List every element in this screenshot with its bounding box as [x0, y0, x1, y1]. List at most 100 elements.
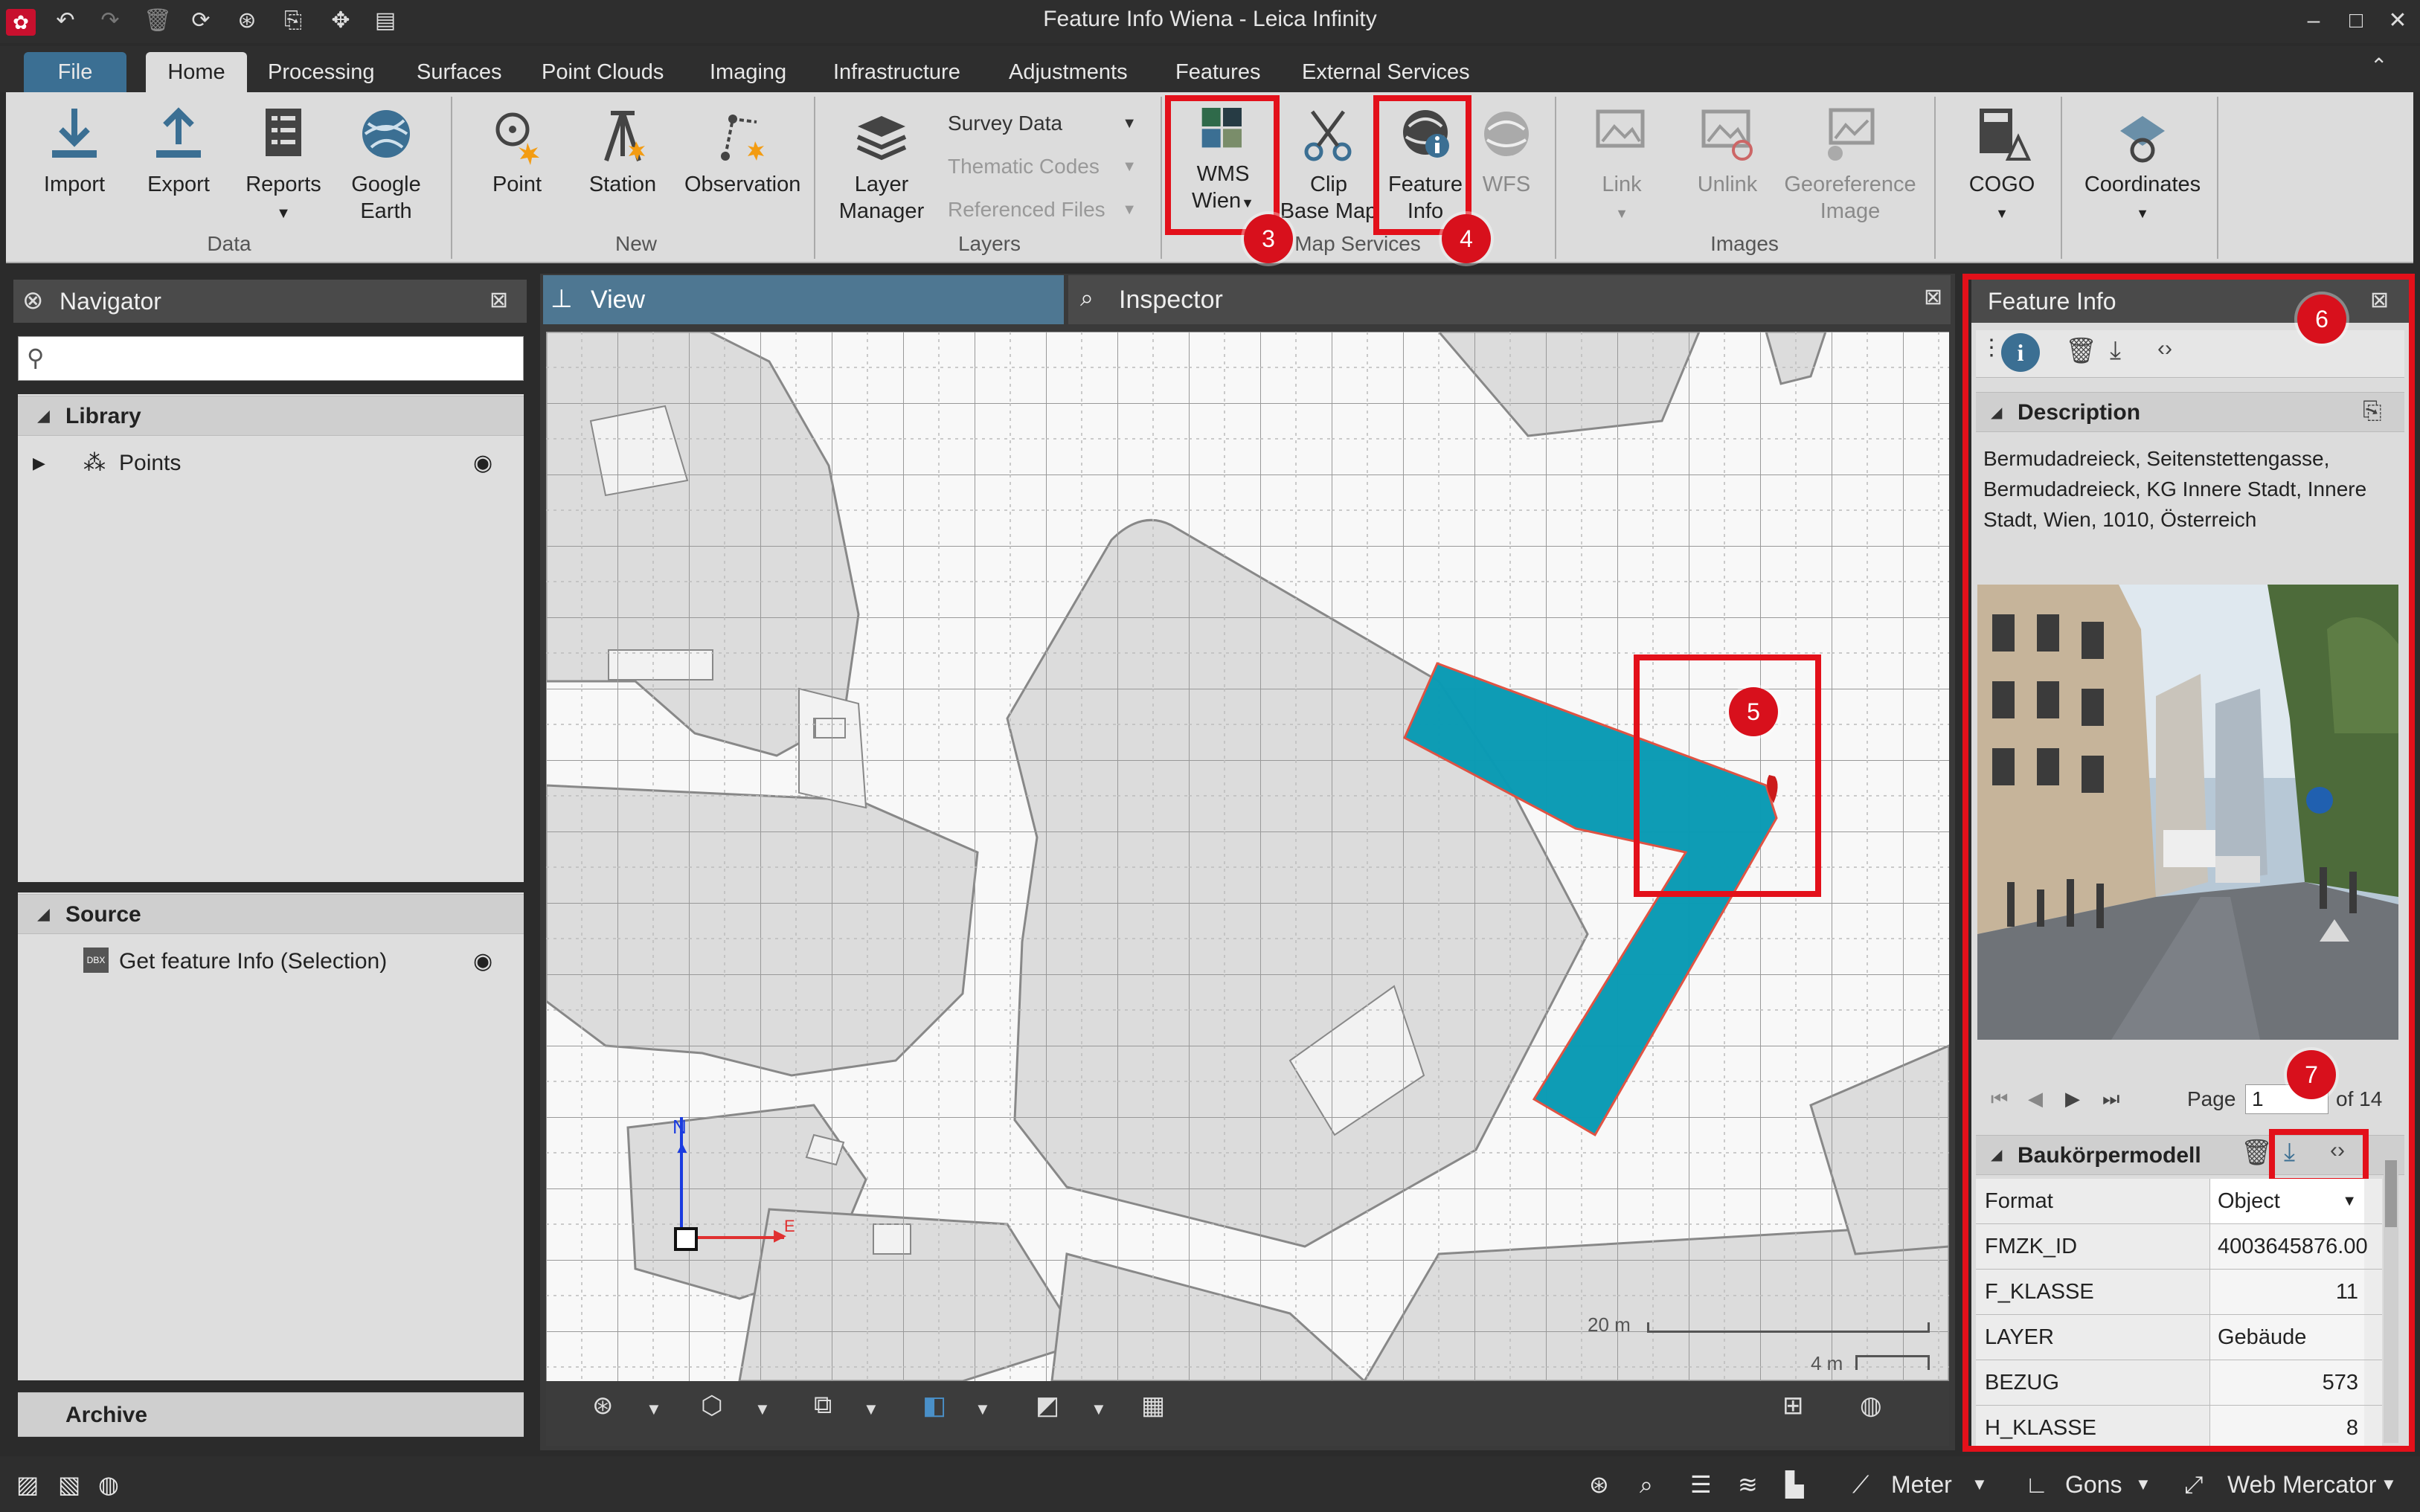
layers-status-icon[interactable]: ≋ — [1738, 1467, 1758, 1502]
tab-view[interactable]: View — [543, 275, 1064, 324]
close-view-icon[interactable]: ⊠ — [1924, 284, 1942, 310]
east-axis-line — [683, 1236, 784, 1239]
import-label: Import — [43, 173, 106, 196]
window-title: Feature Info Wiena - Leica Infinity — [1043, 7, 1377, 31]
reports-icon — [266, 109, 301, 156]
clip-base-map-button[interactable]: Clip Base Map — [1277, 104, 1381, 231]
tree-item-get-feature-info[interactable]: Get feature Info (Selection) — [119, 943, 387, 980]
chevron-down-icon[interactable]: ▼ — [1091, 1400, 1107, 1419]
library-header[interactable]: Library — [18, 396, 524, 436]
slice-icon[interactable]: ◩ — [1036, 1391, 1059, 1421]
source-header[interactable]: Source — [18, 894, 524, 934]
tab-file[interactable]: File — [24, 52, 126, 92]
georeference-label: Georeference — [1784, 173, 1916, 196]
chevron-down-icon[interactable]: ▼ — [863, 1400, 879, 1419]
transform-icon[interactable]: ✥ — [324, 6, 357, 36]
search-input[interactable] — [18, 336, 524, 381]
observation-label: Observation — [684, 173, 801, 196]
chevron-down-icon[interactable]: ▼ — [2381, 1467, 2397, 1502]
close-icon[interactable]: ✕ — [2379, 6, 2416, 36]
tab-home[interactable]: Home — [146, 52, 247, 92]
chevron-down-icon[interactable]: ▼ — [975, 1400, 991, 1419]
tree-item-points[interactable]: Points — [119, 445, 181, 482]
satellite-icon[interactable]: ⊛ — [231, 6, 263, 36]
chevron-down-icon[interactable]: ▼ — [1971, 1467, 1988, 1502]
snap-status-icon[interactable]: ⊛ — [1589, 1467, 1609, 1502]
observation-button[interactable]: Observation — [684, 104, 800, 231]
document-icon[interactable]: ⎘ — [277, 6, 309, 36]
referenced-files-dropdown[interactable]: Referenced Files ▼ — [948, 190, 1137, 229]
east-label: E — [784, 1217, 795, 1235]
status-tool-icon-3[interactable]: ◍ — [98, 1467, 119, 1502]
link-button[interactable]: Link ▼ — [1577, 104, 1666, 231]
tab-surfaces[interactable]: Surfaces — [400, 52, 518, 92]
eye-icon[interactable]: ◉ — [473, 445, 492, 482]
delete-icon[interactable]: 🗑 — [141, 6, 174, 36]
tab-infrastructure[interactable]: Infrastructure — [817, 52, 977, 92]
scissors-icon — [1304, 110, 1352, 161]
cube-icon[interactable]: ⧉ — [814, 1391, 832, 1420]
callout-box-panel — [1962, 274, 2415, 1452]
wfs-button[interactable]: WFS — [1466, 104, 1547, 231]
expand-triangle-icon[interactable]: ▶ — [33, 445, 45, 482]
search-icon: ⚲ — [27, 344, 45, 371]
list-icon[interactable]: ☰ — [1690, 1467, 1712, 1502]
app-logo-icon[interactable]: ✿ — [6, 9, 36, 36]
georeference-image-button[interactable]: Georeference Image — [1778, 104, 1922, 231]
status-tool-icon-1[interactable]: ▨ — [16, 1467, 39, 1502]
status-tool-icon-2[interactable]: ▧ — [58, 1467, 80, 1502]
collapse-triangle-icon[interactable]: ◢ — [37, 904, 50, 924]
collapse-triangle-icon[interactable]: ◢ — [37, 406, 50, 425]
snap-icon[interactable]: ⊛ — [592, 1391, 614, 1421]
thematic-codes-dropdown[interactable]: Thematic Codes ▼ — [948, 147, 1137, 186]
source-title: Source — [65, 902, 141, 927]
units-label[interactable]: Meter — [1891, 1467, 1952, 1502]
coordinates-button[interactable]: Coordinates ▼ — [2076, 104, 2209, 231]
point-button[interactable]: Point — [469, 104, 565, 231]
tab-adjustments[interactable]: Adjustments — [992, 52, 1144, 92]
google-earth-button[interactable]: Google Earth — [336, 104, 436, 231]
chevron-down-icon[interactable]: ▼ — [2135, 1467, 2151, 1502]
zoom-extent-icon[interactable]: ⊞ — [1782, 1391, 1804, 1421]
callout-badge-5: 5 — [1729, 687, 1778, 736]
projection-label[interactable]: Web Mercator — [2227, 1467, 2376, 1502]
tab-imaging[interactable]: Imaging — [693, 52, 803, 92]
collapse-ribbon-icon[interactable]: ⌃ — [2370, 54, 2387, 78]
zoom-status-icon[interactable]: ⌕ — [1640, 1467, 1653, 1502]
chevron-down-icon[interactable]: ▼ — [646, 1400, 662, 1419]
layer-manager-button[interactable]: Layer Manager — [833, 104, 930, 231]
refresh-icon[interactable]: ⟳ — [184, 6, 217, 36]
globe-settings-icon[interactable]: ◍ — [1860, 1391, 1882, 1421]
import-button[interactable]: Import — [30, 104, 119, 231]
layer-label: Layer — [854, 173, 909, 196]
reports-button[interactable]: Reports ▼ — [235, 104, 332, 231]
tab-external-services[interactable]: External Services — [1286, 52, 1486, 92]
box-view-icon[interactable]: ◧ — [922, 1391, 946, 1421]
archive-header[interactable]: Archive — [18, 1392, 524, 1437]
building-icon[interactable]: ▙ — [1785, 1467, 1804, 1502]
export-button[interactable]: Export — [134, 104, 223, 231]
chevron-down-icon[interactable]: ▼ — [754, 1400, 771, 1419]
tab-features[interactable]: Features — [1159, 52, 1277, 92]
angle-label[interactable]: Gons — [2065, 1467, 2122, 1502]
point-icon — [495, 112, 539, 165]
tab-processing[interactable]: Processing — [251, 52, 391, 92]
close-navigator-icon[interactable]: ⊠ — [490, 287, 508, 313]
redo-icon[interactable]: ↷ — [94, 6, 126, 36]
compass-icon: ⊗ — [22, 286, 44, 315]
north-arrow-icon: ▲ — [674, 1138, 690, 1156]
cogo-button[interactable]: COGO ▼ — [1949, 104, 2055, 231]
group-label-new: New — [614, 232, 657, 255]
grid-icon[interactable]: ▦ — [1141, 1391, 1165, 1421]
minimize-icon[interactable]: – — [2295, 6, 2332, 36]
unlink-button[interactable]: Unlink — [1683, 104, 1772, 231]
maximize-icon[interactable]: □ — [2337, 6, 2375, 36]
select-shape-icon[interactable]: ⬡ — [701, 1391, 723, 1421]
tab-point-clouds[interactable]: Point Clouds — [525, 52, 680, 92]
eye-icon[interactable]: ◉ — [473, 943, 492, 980]
layout-icon[interactable]: ▤ — [369, 6, 402, 36]
tab-inspector[interactable]: Inspector — [1068, 275, 1951, 324]
station-button[interactable]: Station — [574, 104, 671, 231]
survey-data-dropdown[interactable]: Survey Data ▼ — [948, 104, 1137, 143]
undo-icon[interactable]: ↶ — [49, 6, 82, 36]
